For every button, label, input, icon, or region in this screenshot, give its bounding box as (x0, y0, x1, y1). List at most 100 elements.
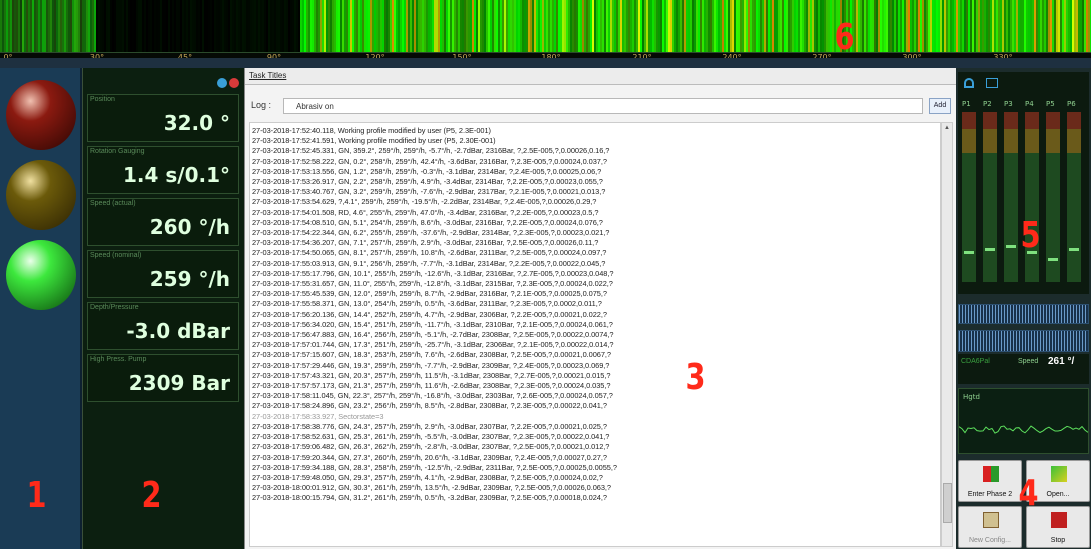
log-label: Log : (251, 100, 272, 110)
fader-label: P1 (962, 100, 971, 108)
task-titles-tab-row: Task Titles (245, 68, 956, 85)
data-band-2 (958, 330, 1089, 352)
log-line: 27-03-2018-17:59:34.188, GN, 28.3°, 258°… (252, 462, 617, 472)
high-pressure-value: 2309 Bar (128, 371, 230, 395)
headphone-icon[interactable] (964, 78, 974, 88)
log-line: 27-03-2018-17:53:26.917, GN, 2.2°, 258°/… (252, 177, 603, 187)
blue-indicator-icon (217, 78, 227, 88)
speed-actual-box: Speed (actual) 260 °/h (87, 198, 239, 246)
green-status-led (6, 240, 76, 310)
log-line: 27-03-2018-17:52:58.222, GN, 0.2°, 258°/… (252, 156, 607, 166)
log-line: 27-03-2018-17:58:33.927, Sectorstate=3 (252, 411, 384, 421)
rotation-gauging-value: 1.4 s/0.1° (122, 163, 230, 187)
log-line: 27-03-2018-17:58:52.631, GN, 25.3°, 261°… (252, 432, 610, 442)
log-line: 27-03-2018-17:54:01.508, RD, 4.6°, 255°/… (252, 207, 599, 217)
pump-fader[interactable] (1046, 112, 1060, 282)
log-line: 27-03-2018-17:59:06.482, GN, 26.3°, 262°… (252, 442, 610, 452)
log-line: 27-03-2018-17:52:40.118, Working profile… (252, 126, 491, 135)
position-value: 32.0 ° (163, 111, 230, 135)
fader-label: P3 (1004, 100, 1013, 108)
log-entry-row: Log : Add (245, 96, 957, 118)
high-pressure-label: High Press. Pump (90, 356, 147, 363)
scale-tick: 330° (993, 53, 1013, 58)
fader-level-marker (964, 251, 974, 254)
fader-label: P4 (1025, 100, 1034, 108)
log-line: 27-03-2018-18:00:01.912, GN, 30.3°, 261°… (252, 483, 611, 493)
high-pressure-box: High Press. Pump 2309 Bar (87, 354, 239, 402)
stop-label: Stop (1050, 537, 1066, 544)
fader-label: P5 (1046, 100, 1055, 108)
measurement-values-panel: Position 32.0 ° Rotation Gauging 1.4 s/0… (82, 68, 244, 549)
rotation-spectrum-bar: 0° 30° 45° 90° 120° 150° 180° 210° 240° 270° 300° 3… (0, 0, 1091, 58)
callout-5: 5 (1020, 215, 1041, 256)
scale-tick: 90° (266, 53, 282, 58)
fader-level-marker (1069, 248, 1079, 251)
log-line: 27-03-2018-17:57:01.744, GN, 17.3°, 251°… (252, 340, 614, 350)
log-line: 27-03-2018-17:59:20.344, GN, 27.3°, 260°… (252, 452, 607, 462)
log-line: 27-03-2018-17:52:41.591, Working profile… (252, 136, 496, 146)
speed-actual-value: 260 °/h (149, 215, 230, 239)
speed-status-value: 261 °/ (1048, 356, 1075, 367)
log-line: 27-03-2018-17:53:40.767, GN, 3.2°, 259°/… (252, 187, 606, 197)
position-label: Position (90, 96, 115, 103)
angle-scale: 0° 30° 45° 90° 120° 150° 180° 210° 240° 270° 300° 3… (0, 52, 1091, 58)
callout-4: 4 (1018, 473, 1039, 514)
new-config-icon (983, 512, 999, 528)
fader-label: P2 (983, 100, 992, 108)
speed-nominal-box: Speed (nominal) 259 °/h (87, 250, 239, 298)
depth-pressure-label: Depth/Pressure (90, 304, 139, 311)
pump-fader[interactable] (1067, 112, 1081, 282)
red-indicator-icon (229, 78, 239, 88)
log-line: 27-03-2018-17:52:45.331, GN, 359.2°, 259… (252, 146, 610, 156)
log-list: 27-03-2018-17:52:40.118, Working profile… (249, 122, 941, 547)
osc-trace (959, 425, 1088, 434)
data-band-1 (958, 304, 1089, 324)
right-control-panel: P1 P2 P3 P4 P5 P6 CDA6Pal Speed 261 °/ Hgtd E… (956, 68, 1091, 549)
log-line: 27-03-2018-17:54:08.510, GN, 5.1°, 254°/… (252, 217, 603, 227)
log-line: 27-03-2018-17:57:57.173, GN, 21.3°, 257°… (252, 381, 611, 391)
log-line: 27-03-2018-17:53:13.556, GN, 1.2°, 258°/… (252, 166, 602, 176)
red-status-led (6, 80, 76, 150)
log-line: 27-03-2018-17:59:48.050, GN, 29.3°, 257°… (252, 472, 603, 482)
spectrum-display (0, 0, 1091, 52)
scale-tick: 120° (365, 53, 385, 58)
scrollbar-thumb[interactable] (943, 483, 952, 523)
scale-tick: 45° (177, 53, 193, 58)
tab-task-titles[interactable]: Task Titles (249, 71, 286, 80)
log-line: 27-03-2018-17:54:22.344, GN, 6.2°, 255°/… (252, 228, 610, 238)
log-line: 27-03-2018-17:55:17.796, GN, 10.1°, 255°… (252, 268, 614, 278)
scale-tick: 240° (722, 53, 742, 58)
speed-label: Speed (1018, 358, 1039, 365)
log-scrollbar[interactable]: ▲ (941, 122, 953, 547)
pump-fader[interactable] (1025, 112, 1039, 282)
fader-level-marker (985, 248, 995, 251)
log-line: 27-03-2018-17:53:54.629, ?,4.1°, 259°/h,… (252, 197, 597, 207)
new-config-button[interactable]: New Config... (958, 506, 1022, 548)
speed-nominal-value: 259 °/h (149, 267, 230, 291)
log-line: 27-03-2018-17:58:38.776, GN, 24.3°, 257°… (252, 421, 607, 431)
speed-nominal-label: Speed (nominal) (90, 252, 142, 259)
scroll-up-icon[interactable]: ▲ (944, 125, 950, 131)
new-config-label: New Config... (968, 537, 1012, 544)
log-line: 27-03-2018-17:55:03.913, GN, 9.1°, 256°/… (252, 258, 606, 268)
log-line: 27-03-2018-17:56:34.020, GN, 15.4°, 251°… (252, 319, 613, 329)
add-log-button[interactable]: Add (929, 98, 951, 114)
log-input[interactable] (283, 98, 923, 114)
pump-fader-panel: P1 P2 P3 P4 P5 P6 (958, 72, 1089, 294)
pump-fader[interactable] (962, 112, 976, 282)
log-line: 27-03-2018-17:57:15.607, GN, 18.3°, 253°… (252, 350, 611, 360)
scale-tick: 210° (632, 53, 652, 58)
fader-label: P6 (1067, 100, 1076, 108)
log-line: 27-03-2018-17:56:20.136, GN, 14.4°, 252°… (252, 309, 607, 319)
log-line: 27-03-2018-18:00:15.794, GN, 31.2°, 261°… (252, 493, 607, 503)
scale-tick: 180° (541, 53, 561, 58)
callout-2: 2 (141, 475, 162, 516)
scale-tick: 30° (89, 53, 105, 58)
rotation-gauging-box: Rotation Gauging 1.4 s/0.1° (87, 146, 239, 194)
grid-icon[interactable] (986, 78, 998, 88)
pump-fader[interactable] (1004, 112, 1018, 282)
stop-icon (1051, 512, 1067, 528)
log-line: 27-03-2018-17:55:58.371, GN, 13.0°, 254°… (252, 299, 602, 309)
pump-fader[interactable] (983, 112, 997, 282)
enter-phase-2-button[interactable]: Enter Phase 2 (958, 460, 1022, 502)
